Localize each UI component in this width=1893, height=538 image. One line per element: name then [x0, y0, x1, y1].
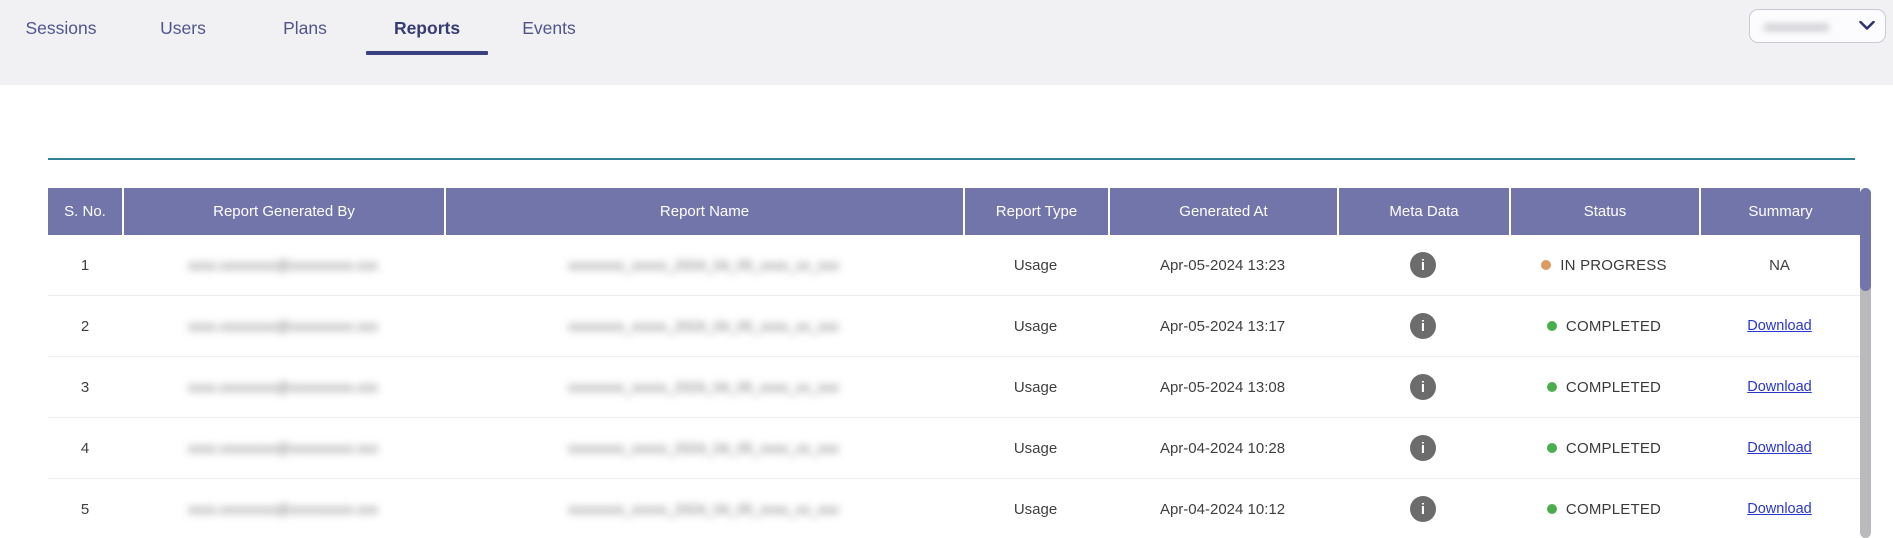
status-badge: COMPLETED — [1547, 318, 1661, 335]
report-type: Usage — [1014, 318, 1057, 335]
serial-number: 2 — [81, 318, 89, 335]
tab-users-label: Users — [160, 18, 206, 38]
table-row: 1 xxxx.xxxxxxxx@xxxxxxxxx.xxx xxxxxxxx_xxx… — [48, 235, 1860, 296]
generated-at: Apr-05-2024 13:17 — [1160, 318, 1285, 335]
status-label: COMPLETED — [1566, 379, 1661, 396]
column-header-report-generated-by: Report Generated By — [122, 188, 444, 235]
table-row: 4 xxxx.xxxxxxxx@xxxxxxxxx.xxx xxxxxxxx_xxx… — [48, 418, 1860, 479]
serial-number: 1 — [81, 257, 89, 274]
info-icon[interactable]: i — [1410, 252, 1436, 278]
tab-events-label: Events — [522, 18, 576, 38]
column-header-s-no-: S. No. — [48, 188, 122, 235]
report-name-redacted: xxxxxxxx_xxxxx_2024_04_05_xxxx_xx_xxx — [568, 440, 839, 456]
generated-by-redacted: xxxx.xxxxxxxx@xxxxxxxxx.xxx — [188, 257, 378, 273]
tab-plans[interactable]: Plans — [244, 10, 366, 55]
section-divider — [48, 158, 1855, 160]
serial-number: 4 — [81, 440, 89, 457]
report-name-redacted: xxxxxxxx_xxxxx_2024_04_05_xxxx_xx_xxx — [568, 501, 839, 517]
column-header-report-type: Report Type — [963, 188, 1108, 235]
column-header-report-name: Report Name — [444, 188, 963, 235]
status-badge: COMPLETED — [1547, 379, 1661, 396]
column-header-summary: Summary — [1699, 188, 1860, 235]
table-row: 5 xxxx.xxxxxxxx@xxxxxxxxx.xxx xxxxxxxx_xxx… — [48, 479, 1860, 538]
report-type: Usage — [1014, 257, 1057, 274]
generated-by-redacted: xxxx.xxxxxxxx@xxxxxxxxx.xxx — [188, 318, 378, 334]
download-link[interactable]: Download — [1747, 318, 1812, 334]
column-header-meta-data: Meta Data — [1337, 188, 1509, 235]
tab-users[interactable]: Users — [122, 10, 244, 55]
top-tab-bar: Sessions Users Plans Reports Events xxxx… — [0, 0, 1893, 85]
info-icon[interactable]: i — [1410, 374, 1436, 400]
status-label: COMPLETED — [1566, 318, 1661, 335]
report-name-redacted: xxxxxxxx_xxxxx_2024_04_05_xxxx_xx_xxx — [568, 257, 839, 273]
report-type: Usage — [1014, 501, 1057, 518]
generated-at: Apr-04-2024 10:28 — [1160, 440, 1285, 457]
report-type: Usage — [1014, 379, 1057, 396]
tab-events[interactable]: Events — [488, 10, 610, 55]
account-dropdown[interactable]: xxxxxxxxxx — [1749, 9, 1886, 43]
tab-reports[interactable]: Reports — [366, 10, 488, 55]
report-type: Usage — [1014, 440, 1057, 457]
info-icon[interactable]: i — [1410, 496, 1436, 522]
status-badge: COMPLETED — [1547, 440, 1661, 457]
info-icon[interactable]: i — [1410, 313, 1436, 339]
status-label: COMPLETED — [1566, 501, 1661, 518]
status-badge: COMPLETED — [1547, 501, 1661, 518]
generated-at: Apr-05-2024 13:08 — [1160, 379, 1285, 396]
report-name-redacted: xxxxxxxx_xxxxx_2024_04_05_xxxx_xx_xxx — [568, 318, 839, 334]
serial-number: 5 — [81, 501, 89, 518]
tab-plans-label: Plans — [283, 18, 327, 38]
report-name-redacted: xxxxxxxx_xxxxx_2024_04_05_xxxx_xx_xxx — [568, 379, 839, 395]
generated-at: Apr-04-2024 10:12 — [1160, 501, 1285, 518]
scrollbar-thumb[interactable] — [1860, 188, 1871, 291]
status-dot-icon — [1541, 260, 1551, 270]
summary-na: NA — [1769, 257, 1790, 274]
generated-at: Apr-05-2024 13:23 — [1160, 257, 1285, 274]
tab-sessions[interactable]: Sessions — [0, 10, 122, 55]
generated-by-redacted: xxxx.xxxxxxxx@xxxxxxxxx.xxx — [188, 440, 378, 456]
status-dot-icon — [1547, 321, 1557, 331]
download-link[interactable]: Download — [1747, 379, 1812, 395]
info-icon[interactable]: i — [1410, 435, 1436, 461]
table-row: 2 xxxx.xxxxxxxx@xxxxxxxxx.xxx xxxxxxxx_xxx… — [48, 296, 1860, 357]
chevron-down-icon — [1859, 21, 1875, 31]
table-row: 3 xxxx.xxxxxxxx@xxxxxxxxx.xxx xxxxxxxx_xxx… — [48, 357, 1860, 418]
tab-sessions-label: Sessions — [25, 18, 96, 38]
column-header-status: Status — [1509, 188, 1699, 235]
status-badge: IN PROGRESS — [1541, 257, 1666, 274]
serial-number: 3 — [81, 379, 89, 396]
tab-reports-label: Reports — [394, 18, 460, 38]
status-label: IN PROGRESS — [1560, 257, 1666, 274]
table-header-row: S. No.Report Generated ByReport NameRepo… — [48, 188, 1860, 235]
column-header-generated-at: Generated At — [1108, 188, 1337, 235]
status-label: COMPLETED — [1566, 440, 1661, 457]
table-body: 1 xxxx.xxxxxxxx@xxxxxxxxx.xxx xxxxxxxx_xxx… — [48, 235, 1860, 538]
status-dot-icon — [1547, 443, 1557, 453]
status-dot-icon — [1547, 504, 1557, 514]
tab-list: Sessions Users Plans Reports Events — [0, 0, 1893, 55]
generated-by-redacted: xxxx.xxxxxxxx@xxxxxxxxx.xxx — [188, 379, 378, 395]
status-dot-icon — [1547, 382, 1557, 392]
download-link[interactable]: Download — [1747, 501, 1812, 517]
generated-by-redacted: xxxx.xxxxxxxx@xxxxxxxxx.xxx — [188, 501, 378, 517]
active-tab-indicator — [366, 51, 488, 55]
download-link[interactable]: Download — [1747, 440, 1812, 456]
reports-table: S. No.Report Generated ByReport NameRepo… — [48, 188, 1860, 538]
account-dropdown-value: xxxxxxxxxx — [1764, 19, 1829, 34]
